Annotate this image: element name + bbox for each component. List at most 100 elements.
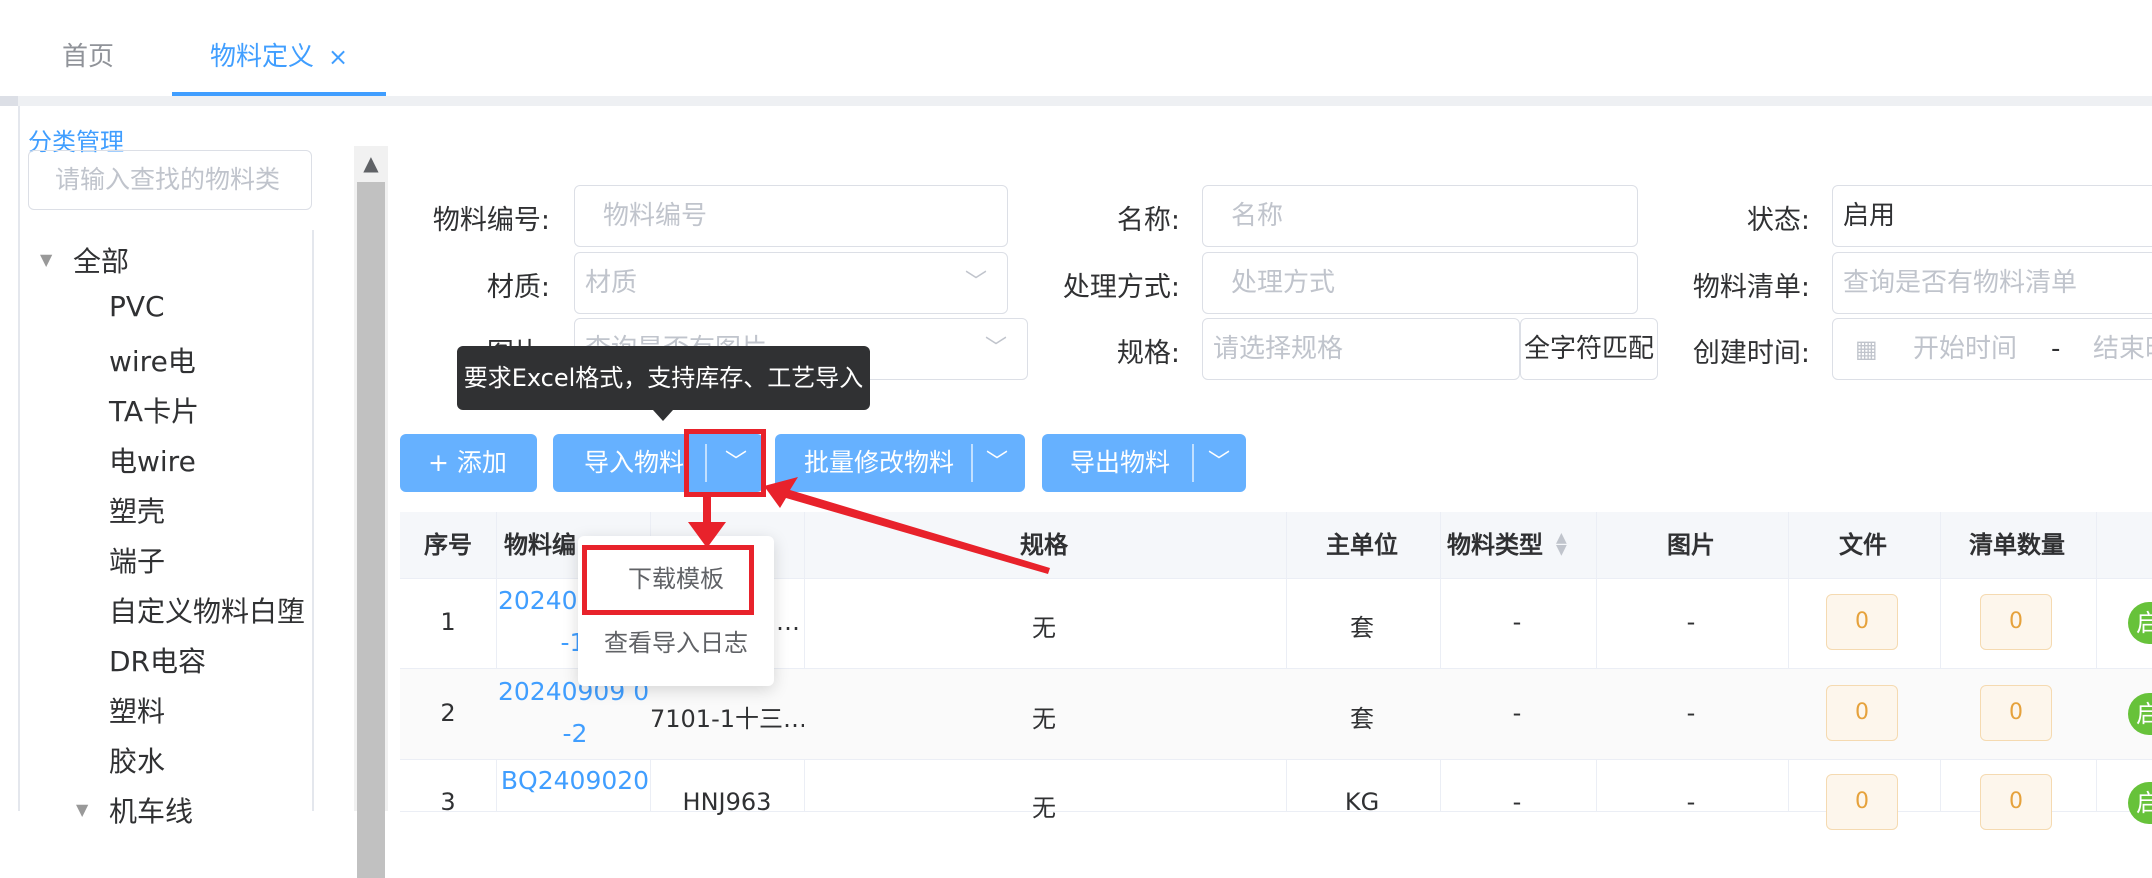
spec-select[interactable]: 请选择规格 xyxy=(1202,318,1520,380)
scrollbar[interactable]: ▲ xyxy=(354,146,388,878)
header-unit: 主单位 xyxy=(1326,531,1398,559)
tree-item[interactable]: 电wire xyxy=(109,440,196,480)
chevron-down-icon: ﹀ xyxy=(984,336,1007,361)
caret-down-icon[interactable]: ▼ xyxy=(76,800,88,819)
header-files: 文件 xyxy=(1839,531,1887,559)
tree-item[interactable]: 塑壳 xyxy=(109,490,165,530)
tree-item[interactable]: 塑料 xyxy=(109,690,165,730)
cell-name: 7101-1十三… xyxy=(650,705,804,733)
chevron-down-icon[interactable]: ﹀ xyxy=(986,434,1008,492)
cell-type: - xyxy=(1512,699,1522,727)
cell-unit: 套 xyxy=(1350,705,1374,733)
calendar-icon: ▦ xyxy=(1855,335,1878,363)
tree-item[interactable]: DR电容 xyxy=(109,640,206,680)
process-input[interactable]: 处理方式 xyxy=(1202,252,1638,314)
cell-image: - xyxy=(1686,608,1696,636)
cell-spec: 无 xyxy=(1032,794,1056,822)
scroll-up-icon[interactable]: ▲ xyxy=(354,146,388,180)
tree-item[interactable]: 胶水 xyxy=(109,740,165,780)
button-divider xyxy=(971,444,973,482)
bom-count-badge[interactable]: 0 xyxy=(1980,774,2052,830)
name-input[interactable]: 名称 xyxy=(1202,185,1638,247)
tree-item[interactable]: TA卡片 xyxy=(109,390,199,430)
bom-count-badge[interactable]: 0 xyxy=(1980,594,2052,650)
content-divider xyxy=(0,96,2152,106)
cell-type: - xyxy=(1512,608,1522,636)
batch-edit-label: 批量修改物料 xyxy=(804,448,955,477)
scrollbar-thumb[interactable] xyxy=(357,182,385,878)
tree-item[interactable]: wire电 xyxy=(109,340,196,380)
files-count-badge[interactable]: 0 xyxy=(1826,774,1898,830)
batch-edit-button[interactable]: 批量修改物料 ﹀ xyxy=(775,434,1025,492)
tree-item[interactable]: 端子 xyxy=(109,540,165,580)
code-input[interactable]: 物料编号 xyxy=(574,185,1008,247)
code-label: 物料编号: xyxy=(432,205,550,236)
status-badge: 启 xyxy=(2128,782,2152,824)
name-label: 名称: xyxy=(1116,205,1180,236)
category-search-input[interactable]: 请输入查找的物料类 xyxy=(28,150,312,210)
header-index: 序号 xyxy=(424,531,472,559)
tree-item[interactable]: 自定义物料白堕 xyxy=(109,590,305,630)
status-badge: 启 xyxy=(2128,693,2152,735)
tab-material-definition[interactable]: 物料定义 × xyxy=(172,18,386,96)
close-icon[interactable]: × xyxy=(328,18,348,96)
cell-image: - xyxy=(1686,788,1696,816)
chevron-down-icon[interactable]: ﹀ xyxy=(1208,434,1230,492)
range-separator: - xyxy=(2051,334,2061,364)
tree-panel-border xyxy=(312,230,314,811)
caret-down-icon[interactable]: ▼ xyxy=(40,250,52,269)
tab-home[interactable]: 首页 xyxy=(62,18,114,96)
status-select[interactable]: 启用 xyxy=(1832,185,2152,247)
cell-unit: KG xyxy=(1344,788,1380,816)
tree-item[interactable]: 机车线 xyxy=(109,790,193,830)
date-range-picker[interactable]: ▦ 开始时间 - 结束时 xyxy=(1832,318,2152,380)
material-select[interactable]: 材质 ﹀ xyxy=(574,252,1008,314)
created-label: 创建时间: xyxy=(1692,338,1810,369)
chevron-down-icon: ﹀ xyxy=(964,270,987,295)
bom-count-badge[interactable]: 0 xyxy=(1980,685,2052,741)
export-button-label: 导出物料 xyxy=(1070,448,1171,477)
sort-icon[interactable]: ▲ ▼ xyxy=(1556,531,1567,557)
tooltip-arrow xyxy=(653,410,673,421)
divider-edge xyxy=(0,96,18,106)
cell-image: - xyxy=(1686,699,1696,727)
cell-code-link-line2[interactable]: -2 xyxy=(498,713,652,755)
tooltip-text: 要求Excel格式，支持库存、工艺导入 xyxy=(463,364,864,392)
bom-label: 物料清单: xyxy=(1692,272,1810,303)
header-spec: 规格 xyxy=(1020,531,1068,559)
add-button-label: + 添加 xyxy=(428,448,507,477)
files-count-badge[interactable]: 0 xyxy=(1826,685,1898,741)
tab-bar: 首页 物料定义 × xyxy=(0,18,2152,96)
table-row[interactable]: 3 BQ2409020 HNJ963 无 KG - - 0 0 启 xyxy=(400,760,2152,830)
tree-item[interactable]: PVC xyxy=(109,290,165,323)
cell-index: 1 xyxy=(440,608,456,636)
cell-spec: 无 xyxy=(1032,614,1056,642)
process-label: 处理方式: xyxy=(1062,272,1180,303)
import-button-label: 导入物料 xyxy=(584,448,685,477)
top-bar xyxy=(0,0,2152,19)
cell-code-link[interactable]: BQ2409020 xyxy=(498,760,652,802)
add-button[interactable]: + 添加 xyxy=(400,434,537,492)
export-button[interactable]: 导出物料 ﹀ xyxy=(1042,434,1246,492)
annotation-box-template xyxy=(582,545,754,615)
cell-index: 3 xyxy=(440,788,456,816)
annotation-box-dropdown xyxy=(684,429,766,497)
files-count-badge[interactable]: 0 xyxy=(1826,594,1898,650)
header-type: 物料类型 xyxy=(1447,531,1543,559)
material-placeholder: 材质 xyxy=(585,268,638,298)
header-bom-count: 清单数量 xyxy=(1969,531,2065,559)
bom-select[interactable]: 查询是否有物料清单 xyxy=(1832,252,2152,314)
end-date[interactable]: 结束时 xyxy=(2093,319,2152,379)
tab-label: 物料定义 xyxy=(210,42,315,72)
tree-item-all[interactable]: 全部 xyxy=(73,240,129,280)
cell-spec: 无 xyxy=(1032,705,1056,733)
spec-label: 规格: xyxy=(1116,338,1180,369)
material-label: 材质: xyxy=(486,272,550,303)
menu-item-import-log[interactable]: 查看导入日志 xyxy=(578,614,774,672)
full-match-button[interactable]: 全字符匹配 xyxy=(1520,318,1658,380)
start-date[interactable]: 开始时间 xyxy=(1913,319,2017,379)
cell-type: - xyxy=(1512,788,1522,816)
header-image: 图片 xyxy=(1667,531,1715,559)
cell-unit: 套 xyxy=(1350,614,1374,642)
status-label: 状态: xyxy=(1746,205,1810,236)
